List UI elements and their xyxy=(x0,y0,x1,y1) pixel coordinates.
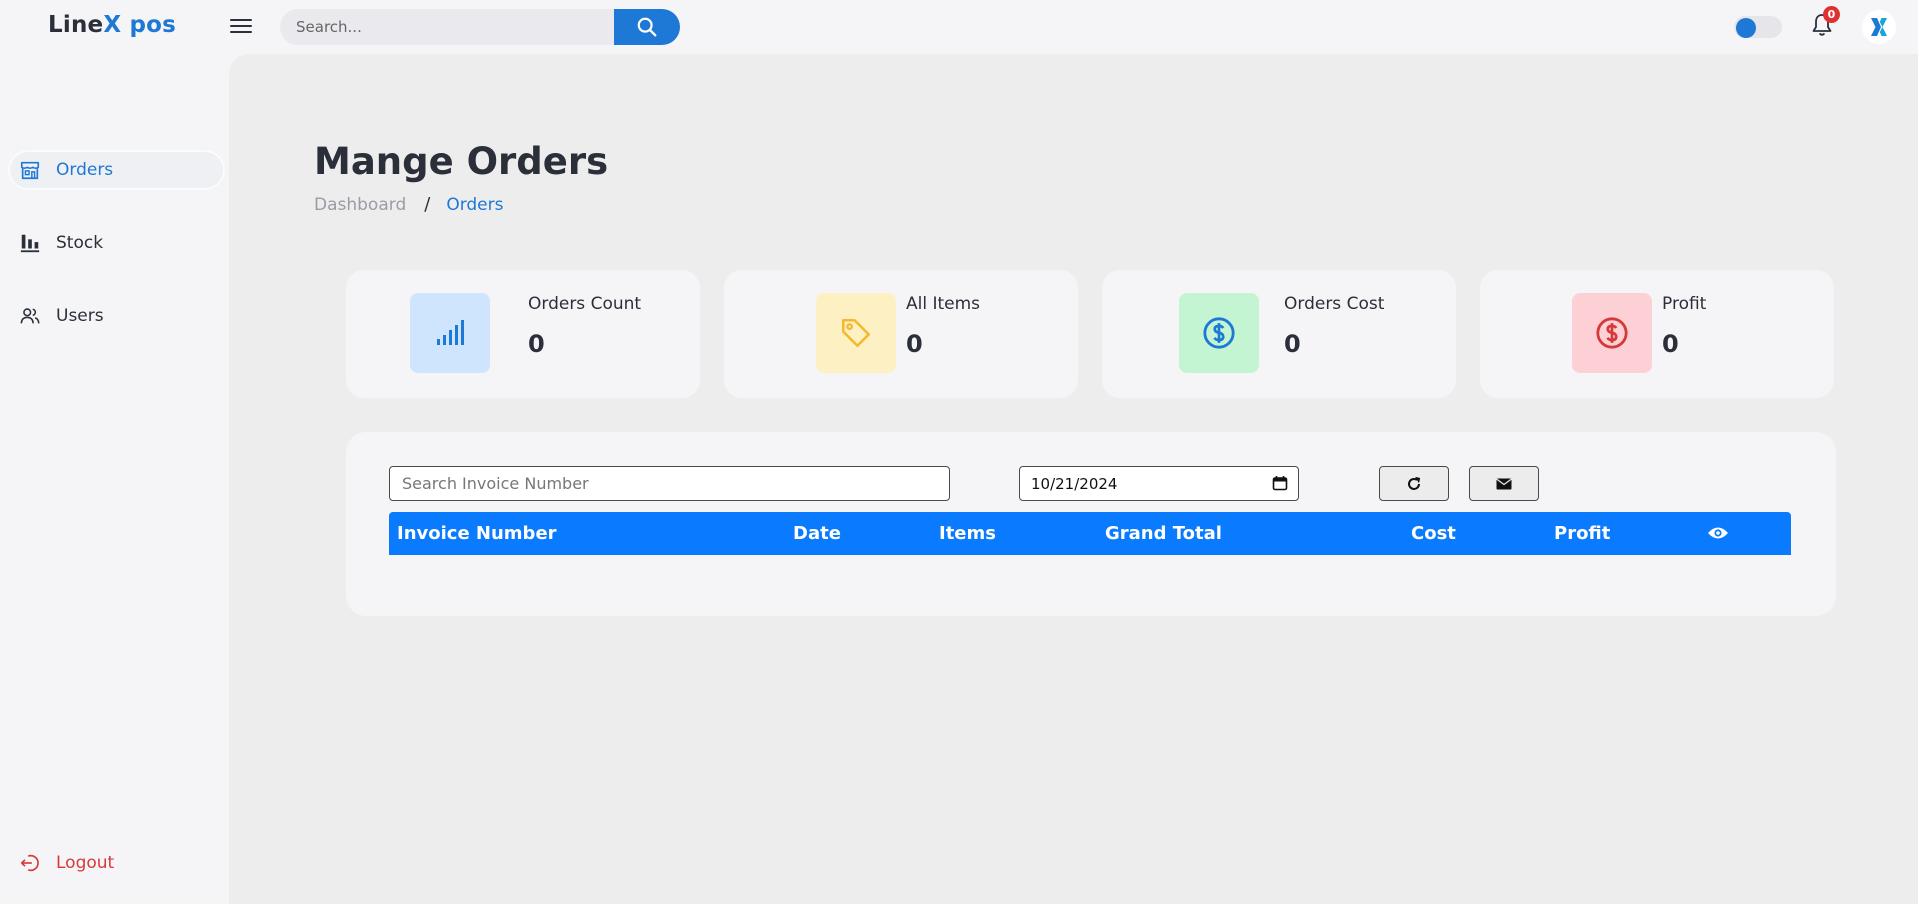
brand-x-icon xyxy=(1871,18,1887,36)
refresh-icon xyxy=(1408,476,1421,490)
stat-label: Orders Cost xyxy=(1284,294,1385,314)
logout-button[interactable]: Logout xyxy=(8,843,225,883)
sidebar: Orders Stock Users Logout xyxy=(0,54,229,904)
logout-icon xyxy=(18,851,42,875)
dollar-circle-icon xyxy=(1572,293,1652,373)
global-search-input[interactable] xyxy=(280,9,616,45)
stat-label: Profit xyxy=(1662,294,1707,314)
tag-icon xyxy=(816,293,896,373)
breadcrumb-orders[interactable]: Orders xyxy=(446,195,503,215)
notification-count-badge: 0 xyxy=(1823,6,1840,23)
column-header-grand-total[interactable]: Grand Total xyxy=(1105,523,1222,544)
stat-label: All Items xyxy=(906,294,981,314)
menu-icon[interactable] xyxy=(230,16,252,36)
stat-value: 0 xyxy=(1284,330,1301,358)
search-button[interactable] xyxy=(614,9,680,45)
stat-value: 0 xyxy=(906,330,923,358)
app-logo[interactable]: LineX pos xyxy=(48,12,176,38)
page-title: Mange Orders xyxy=(314,140,609,183)
store-icon xyxy=(18,158,42,182)
logout-label: Logout xyxy=(56,853,115,873)
stat-card-orders-count: Orders Count 0 xyxy=(346,270,700,398)
breadcrumb-dashboard[interactable]: Dashboard xyxy=(314,195,406,215)
column-header-date[interactable]: Date xyxy=(793,523,841,544)
eye-icon xyxy=(1707,525,1729,546)
invoice-search-input[interactable] xyxy=(389,466,950,501)
theme-toggle[interactable] xyxy=(1734,16,1782,38)
date-value: 10/21/2024 xyxy=(1031,474,1118,493)
column-header-items[interactable]: Items xyxy=(939,523,996,544)
top-bar: LineX pos 0 xyxy=(0,0,1918,54)
breadcrumb-separator: / xyxy=(424,194,431,215)
bar-chart-icon xyxy=(18,231,42,255)
stat-card-profit: Profit 0 xyxy=(1480,270,1834,398)
signal-icon xyxy=(410,293,490,373)
calendar-icon[interactable] xyxy=(1272,475,1288,491)
search-icon xyxy=(637,17,657,37)
stat-card-orders-cost: Orders Cost 0 xyxy=(1102,270,1456,398)
email-button[interactable] xyxy=(1469,466,1539,501)
column-header-profit[interactable]: Profit xyxy=(1554,523,1610,544)
orders-table-header: Invoice Number Date Items Grand Total Co… xyxy=(389,512,1791,555)
sidebar-item-label: Orders xyxy=(56,160,114,180)
users-icon xyxy=(18,304,42,328)
column-header-invoice-number[interactable]: Invoice Number xyxy=(397,523,557,544)
stat-label: Orders Count xyxy=(528,294,642,314)
column-header-cost[interactable]: Cost xyxy=(1411,523,1456,544)
envelope-icon xyxy=(1496,478,1512,489)
logo-part-2: X pos xyxy=(103,12,177,38)
logo-part-1: Line xyxy=(48,12,104,38)
sidebar-item-orders[interactable]: Orders xyxy=(8,150,225,190)
breadcrumb: Dashboard / Orders xyxy=(314,194,503,215)
sidebar-item-users[interactable]: Users xyxy=(8,296,225,336)
orders-table-panel: 10/21/2024 Invoice Number Date Items Gra… xyxy=(346,432,1836,616)
stat-value: 0 xyxy=(1662,330,1679,358)
sidebar-item-label: Users xyxy=(56,306,104,326)
dollar-circle-icon xyxy=(1179,293,1259,373)
date-picker[interactable]: 10/21/2024 xyxy=(1019,466,1299,501)
global-search xyxy=(280,9,680,45)
sidebar-item-stock[interactable]: Stock xyxy=(8,223,225,263)
stat-value: 0 xyxy=(528,330,545,358)
refresh-button[interactable] xyxy=(1379,466,1449,501)
user-avatar[interactable] xyxy=(1862,10,1896,44)
sidebar-item-label: Stock xyxy=(56,233,104,253)
main-content: Mange Orders Dashboard / Orders Orders C… xyxy=(229,54,1918,904)
stat-card-all-items: All Items 0 xyxy=(724,270,1078,398)
